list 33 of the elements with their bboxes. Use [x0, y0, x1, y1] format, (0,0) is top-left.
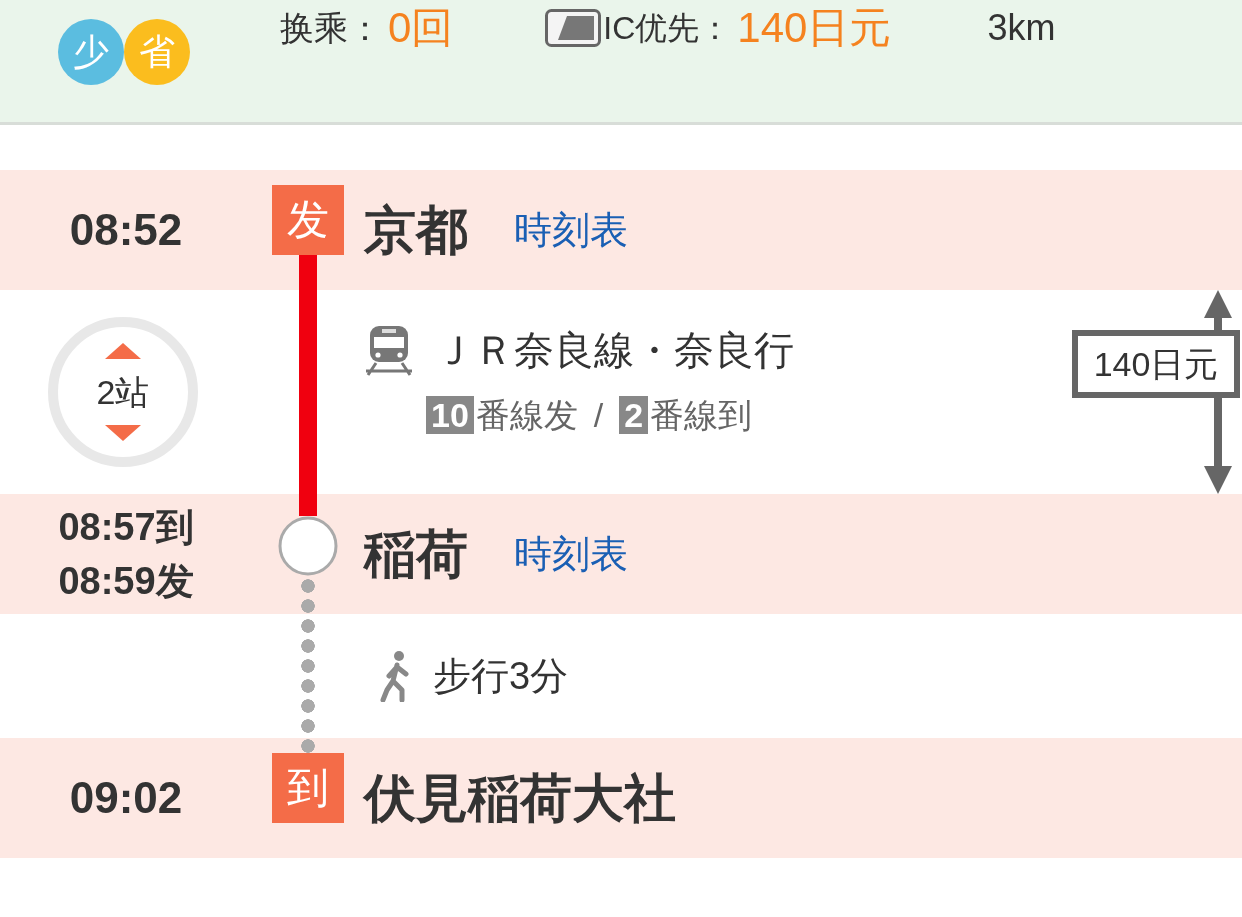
- transfer-count: 0回: [388, 7, 454, 49]
- timetable-link[interactable]: 時刻表: [514, 535, 628, 573]
- station-name: 稲荷: [364, 528, 468, 580]
- platform-label: 番線到: [650, 398, 753, 432]
- route-tag: 少: [58, 19, 124, 85]
- station-marker: 发: [272, 185, 344, 255]
- station-marker: 到: [272, 753, 344, 823]
- walking-person-icon: [378, 650, 412, 702]
- time-text: 08:59发: [58, 559, 194, 604]
- slash-separator: /: [593, 398, 604, 432]
- platform-number: 10: [426, 396, 474, 434]
- time-text: 09:02: [69, 776, 183, 820]
- fare-label: IC优先：: [603, 12, 732, 44]
- segment-fare: 140日元: [1072, 330, 1240, 398]
- train-icon: [364, 324, 414, 376]
- station-name: 伏見稲荷大社: [364, 772, 676, 824]
- time-text: 08:57到: [58, 505, 194, 550]
- card-icon: [545, 9, 602, 47]
- route-tag: 省: [124, 19, 190, 85]
- distance-text: 3km: [987, 10, 1056, 46]
- platform-number: 2: [619, 396, 649, 434]
- station-name: 京都: [364, 204, 468, 256]
- walk-duration: 步行3分: [433, 657, 569, 695]
- fare-value: 140日元: [737, 7, 892, 49]
- line-name: ＪＲ奈良線・奈良行: [434, 330, 794, 370]
- down-triangle-icon: [105, 425, 141, 441]
- time-text: 08:52: [69, 208, 183, 252]
- timetable-link[interactable]: 時刻表: [514, 211, 628, 249]
- up-triangle-icon: [105, 343, 141, 359]
- platform-label: 番線发: [475, 398, 578, 432]
- stops-toggle-button[interactable]: 2站: [48, 317, 198, 467]
- station-node-icon: [278, 516, 338, 576]
- transfer-label: 换乘：: [280, 11, 382, 45]
